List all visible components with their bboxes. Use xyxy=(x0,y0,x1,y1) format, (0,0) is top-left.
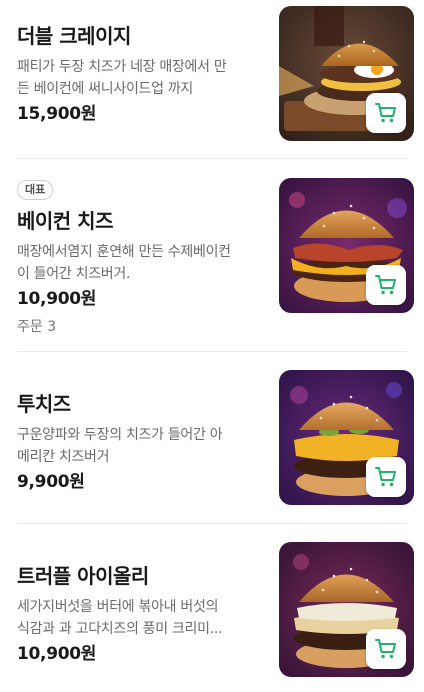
menu-item-image[interactable] xyxy=(279,6,414,141)
cart-icon xyxy=(375,467,396,487)
menu-item-name: 트러플 아이올리 xyxy=(17,564,149,588)
menu-item-image[interactable] xyxy=(279,542,414,677)
menu-item-description: 매장에서염지 훈연해 만든 수제베이컨 이 들어간 치즈버거. xyxy=(17,244,231,282)
menu-item-price: 10,900원 xyxy=(17,644,97,664)
menu-item-bacon-cheese[interactable]: 대표 베이컨 치즈 매장에서염지 훈연해 만든 수제베이컨 이 들어간 치즈버거… xyxy=(0,159,424,351)
menu-item-description: 패티가 두장 치즈가 네장 매장에서 만 든 베이컨에 써니사이드업 까지 xyxy=(17,59,227,97)
order-count: 주문 3 xyxy=(17,319,57,335)
menu-item-name: 더블 크레이지 xyxy=(17,24,131,48)
menu-item-image[interactable] xyxy=(279,370,414,505)
menu-item-name: 투치즈 xyxy=(17,392,71,416)
add-to-cart-button[interactable] xyxy=(366,457,406,497)
menu-item-price: 10,900원 xyxy=(17,289,97,309)
cart-icon xyxy=(375,639,396,659)
menu-item-description: 세가지버섯을 버터에 볶아내 버섯의 식감과 과 고다치즈의 풍미 크리미... xyxy=(17,599,223,637)
add-to-cart-button[interactable] xyxy=(366,629,406,669)
menu-item-truffle-aioli[interactable]: 트러플 아이올리 세가지버섯을 버터에 볶아내 버섯의 식감과 과 고다치즈의 … xyxy=(0,524,424,692)
add-to-cart-button[interactable] xyxy=(366,265,406,305)
add-to-cart-button[interactable] xyxy=(366,93,406,133)
menu-item-name: 베이컨 치즈 xyxy=(17,209,113,233)
cart-icon xyxy=(375,275,396,295)
menu-item-price: 9,900원 xyxy=(17,472,85,492)
menu-item-two-cheese[interactable]: 투치즈 구운양파와 두장의 치즈가 들어간 아 메리칸 치즈버거 9,900원 xyxy=(0,352,424,523)
menu-item-price: 15,900원 xyxy=(17,104,97,124)
signature-badge: 대표 xyxy=(17,180,54,200)
menu-item-image[interactable] xyxy=(279,178,414,313)
cart-icon xyxy=(375,103,396,123)
menu-item-description: 구운양파와 두장의 치즈가 들어간 아 메리칸 치즈버거 xyxy=(17,427,223,465)
menu-item-double-crazy[interactable]: 더블 크레이지 패티가 두장 치즈가 네장 매장에서 만 든 베이컨에 써니사이… xyxy=(0,0,424,158)
